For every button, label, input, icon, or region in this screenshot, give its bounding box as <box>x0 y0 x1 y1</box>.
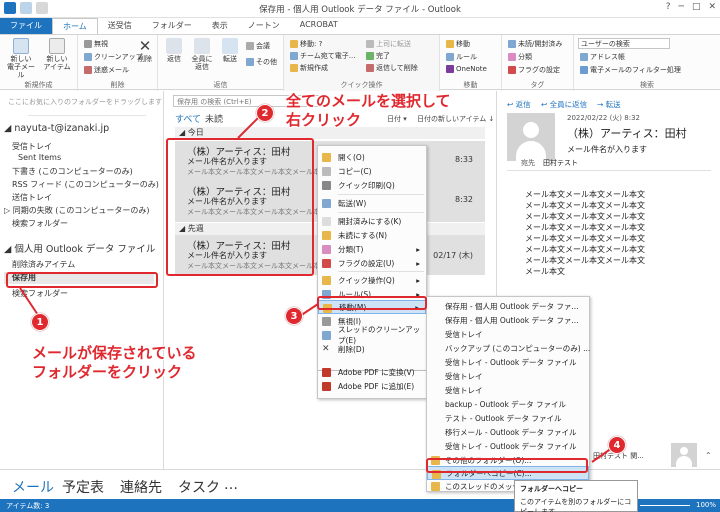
annotation-arrows <box>19 113 613 463</box>
annotation-text-1: メールが保存されている フォルダーをクリック <box>32 344 197 381</box>
callout-1: 1 <box>31 313 49 331</box>
callout-3: 3 <box>285 307 303 325</box>
callout-4: 4 <box>608 436 626 454</box>
annotation-text-2: 全てのメールを選択して 右クリック <box>286 92 451 129</box>
callout-2: 2 <box>256 104 274 122</box>
